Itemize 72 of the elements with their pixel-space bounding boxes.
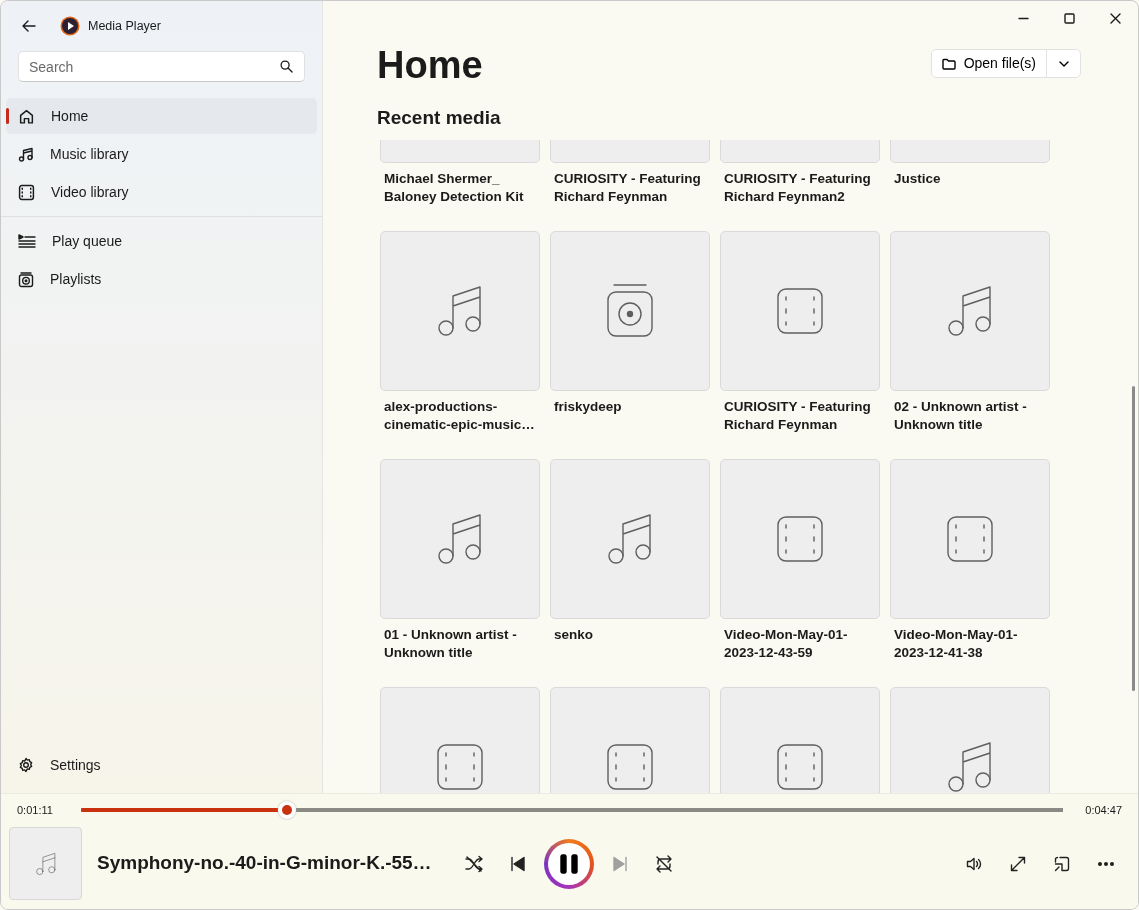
- home-icon: [18, 107, 35, 125]
- settings-item[interactable]: Settings: [6, 747, 317, 783]
- mini-player-icon: [1054, 855, 1070, 872]
- back-arrow-icon: [22, 19, 36, 33]
- film-icon: [606, 743, 654, 792]
- back-button[interactable]: [22, 19, 36, 33]
- skip-back-icon: [510, 855, 526, 872]
- film-icon: [776, 287, 824, 336]
- music-note-icon: [947, 740, 993, 793]
- app-logo-icon: [60, 16, 80, 36]
- media-title[interactable]: CURIOSITY - Featuring Richard Feynman: [724, 398, 876, 435]
- queue-icon: [18, 233, 36, 249]
- media-thumbnail[interactable]: [890, 459, 1050, 620]
- more-icon: [1098, 861, 1114, 866]
- skip-forward-icon: [612, 855, 628, 872]
- media-title[interactable]: friskydeep: [554, 398, 706, 417]
- media-title[interactable]: Video-Mon-May-01-2023-12-43-59: [724, 626, 876, 663]
- media-title[interactable]: senko: [554, 626, 706, 645]
- pause-icon: [560, 853, 578, 874]
- media-title[interactable]: Michael Shermer_ Baloney Detection Kit: [384, 170, 536, 207]
- media-thumbnail[interactable]: [720, 231, 880, 392]
- film-icon: [776, 743, 824, 792]
- folder-icon: [941, 57, 956, 70]
- sidebar-item[interactable]: Music library: [6, 136, 317, 172]
- maximize-icon: [1063, 12, 1075, 24]
- sidebar-item[interactable]: Home: [6, 98, 317, 134]
- music-note-icon: [34, 851, 57, 876]
- film-icon: [18, 183, 35, 201]
- playlist-icon: [18, 270, 34, 288]
- media-title[interactable]: alex-productions-cinematic-epic-music…: [384, 398, 536, 435]
- app-title: Media Player: [88, 17, 161, 35]
- sidebar-item[interactable]: Video library: [6, 174, 317, 210]
- music-note-icon: [947, 284, 993, 339]
- search-field[interactable]: Search: [18, 51, 305, 82]
- film-icon: [436, 743, 484, 792]
- media-title[interactable]: Video-Mon-May-01-2023-12-41-38: [894, 626, 1046, 663]
- total-time: 0:04:47: [1085, 802, 1122, 818]
- film-icon: [776, 515, 824, 564]
- track-title: Symphony-no.-40-in-G-minor-K.-55…: [97, 851, 433, 876]
- media-thumbnail[interactable]: [890, 231, 1050, 392]
- media-thumbnail[interactable]: [720, 459, 880, 620]
- speaker-icon: [966, 855, 982, 872]
- scrollbar[interactable]: [1132, 386, 1135, 691]
- sidebar-item[interactable]: Playlists: [6, 261, 317, 297]
- shuffle-off-icon: [465, 854, 483, 873]
- media-thumbnail[interactable]: [380, 459, 540, 620]
- music-note-icon: [607, 512, 653, 567]
- close-icon: [1109, 12, 1121, 24]
- gear-icon: [18, 757, 34, 773]
- repeat-off-icon: [655, 854, 673, 873]
- pause-button[interactable]: [544, 838, 594, 889]
- music-note-icon: [437, 284, 483, 339]
- media-title[interactable]: 01 - Unknown artist - Unknown title: [384, 626, 536, 663]
- elapsed-time: 0:01:11: [17, 802, 53, 818]
- seek-thumb[interactable]: [278, 801, 297, 819]
- page-title: Home: [377, 45, 483, 87]
- playlist-icon: [606, 283, 654, 340]
- film-icon: [946, 515, 994, 564]
- media-title[interactable]: Justice: [894, 170, 1046, 189]
- music-note-icon: [437, 512, 483, 567]
- search-icon: [280, 60, 293, 73]
- media-thumbnail[interactable]: [550, 459, 710, 620]
- media-thumbnail[interactable]: [550, 231, 710, 392]
- media-thumbnail[interactable]: [380, 231, 540, 392]
- expand-arrows-icon: [1010, 855, 1026, 872]
- media-title[interactable]: CURIOSITY - Featuring Richard Feynman2: [724, 170, 876, 207]
- chevron-down-icon: [1058, 60, 1069, 67]
- media-title[interactable]: 02 - Unknown artist - Unknown title: [894, 398, 1046, 435]
- sidebar-item[interactable]: Play queue: [6, 223, 317, 259]
- media-title[interactable]: CURIOSITY - Featuring Richard Feynman: [554, 170, 706, 207]
- music-note-icon: [18, 145, 34, 163]
- section-title: Recent media: [377, 105, 502, 130]
